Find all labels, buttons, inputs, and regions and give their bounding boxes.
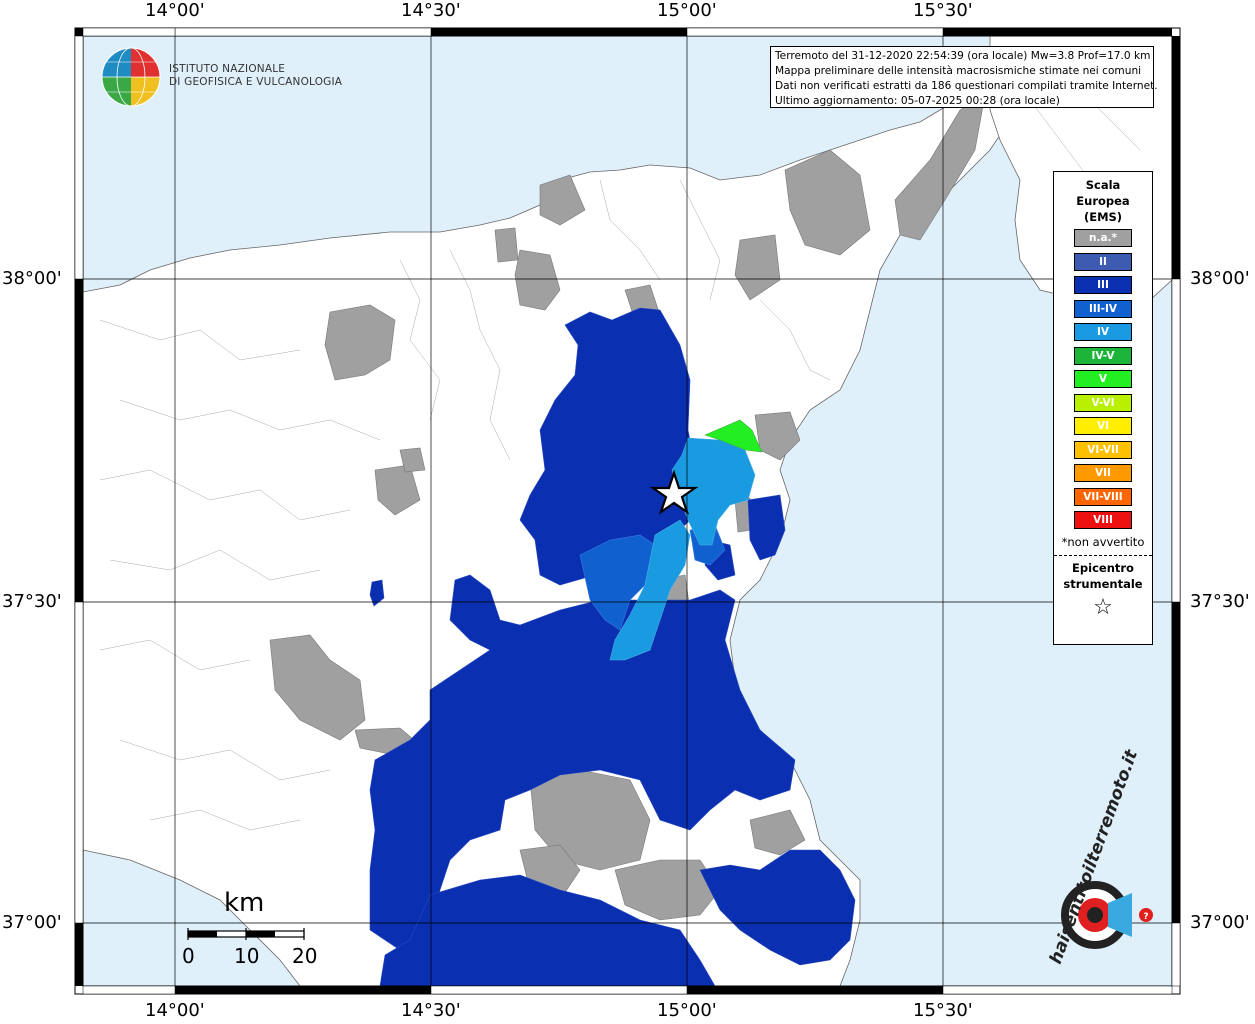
lon-label-top-1: 14°00' — [145, 0, 205, 21]
legend-epicenter-line-2: strumentale — [1063, 576, 1143, 591]
legend-item-11: VII-VIII — [1074, 487, 1132, 506]
lat-label-left-1: 38°00' — [2, 268, 62, 289]
event-line-2: Mappa preliminare delle intensità macros… — [775, 65, 1142, 77]
legend-item-10: VII — [1074, 464, 1132, 482]
legend-item-6: V — [1074, 370, 1132, 388]
legend-item-4: IV — [1074, 323, 1132, 341]
legend-item-1: II — [1074, 252, 1132, 271]
legend-epicenter: Epicentro strumentale — [1054, 560, 1152, 592]
lon-label-top-3: 15°00' — [657, 0, 717, 21]
scale-tick-10: 10 — [234, 944, 260, 968]
legend-item-7: V-VI — [1074, 393, 1132, 412]
legend-star-icon: ☆ — [1093, 594, 1113, 620]
legend-epicenter-line-1: Epicentro — [1072, 560, 1134, 575]
lon-label-bottom-2: 14°30' — [401, 1000, 461, 1021]
ingv-logo-text: ISTITUTO NAZIONALE DI GEOFISICA E VULCAN… — [169, 63, 342, 89]
event-info-box: Terremoto del 31-12-2020 22:54:39 (ora l… — [770, 46, 1158, 108]
scale-tick-20: 20 — [292, 944, 318, 968]
lat-label-right-2: 37°30' — [1190, 591, 1250, 612]
ingv-line2: DI GEOFISICA E VULCANOLOGIA — [169, 76, 343, 88]
legend-item-8: VI — [1074, 417, 1132, 435]
legend-title-line-3: (EMS) — [1083, 210, 1123, 224]
lat-label-left-3: 37°00' — [2, 912, 62, 933]
legend-note: *non avvertito — [1061, 534, 1145, 549]
legend-title: Scala Europea (EMS) — [1054, 177, 1152, 225]
event-line-4: Ultimo aggiornamento: 05-07-2025 00:28 (… — [775, 95, 1060, 107]
legend-item-12: VIII — [1074, 511, 1132, 529]
legend-title-line-2: Europea — [1076, 194, 1130, 208]
event-line-1: Terremoto del 31-12-2020 22:54:39 (ora l… — [775, 50, 1151, 62]
lat-label-right-1: 38°00' — [1190, 268, 1250, 289]
legend-item-3: III-IV — [1074, 299, 1132, 318]
scale-tick-0: 0 — [182, 944, 195, 968]
lon-label-bottom-4: 15°30' — [913, 1000, 973, 1021]
lat-label-right-3: 37°00' — [1190, 912, 1250, 933]
ems-legend: Scala Europea (EMS) n.a.* II III III-IV IV IV… — [1053, 171, 1153, 645]
lon-label-top-4: 15°30' — [913, 0, 973, 21]
scale-unit: km — [224, 888, 265, 918]
legend-separator — [1054, 554, 1152, 556]
legend-item-0: n.a.* — [1074, 229, 1132, 247]
event-line-3: Dati non verificati estratti da 186 ques… — [775, 80, 1158, 92]
lon-label-bottom-3: 15°00' — [657, 1000, 717, 1021]
legend-item-9: VI-VII — [1074, 440, 1132, 459]
lon-label-top-2: 14°30' — [401, 0, 461, 21]
ingv-line1: ISTITUTO NAZIONALE — [169, 63, 286, 75]
lon-label-bottom-1: 14°00' — [145, 1000, 205, 1021]
svg-text:?: ? — [1143, 912, 1148, 922]
legend-title-line-1: Scala — [1085, 178, 1121, 192]
ingv-logo-icon — [101, 47, 161, 107]
legend-items: n.a.* II III III-IV IV IV-V V V-VI VI VI-VII VII VI… — [1054, 229, 1152, 529]
legend-item-2: III — [1074, 276, 1132, 294]
lat-label-left-2: 37°30' — [2, 591, 62, 612]
legend-item-5: IV-V — [1074, 346, 1132, 365]
